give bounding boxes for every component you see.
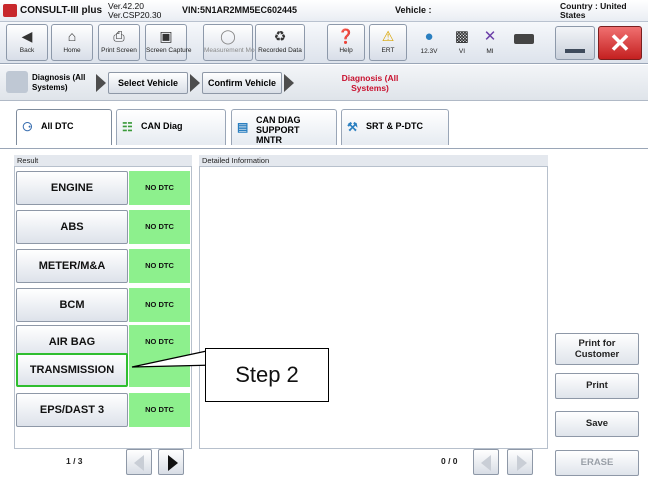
tab-all-dtc[interactable]: ⚆ All DTC [16, 109, 112, 145]
dtc-status: NO DTC [129, 393, 190, 427]
home-icon: ⌂ [67, 28, 77, 44]
screen-capture-button[interactable]: ▣ Screen Capture [145, 24, 192, 61]
breadcrumb-arrow-icon [96, 74, 106, 92]
vi-status: ▩ VI [450, 26, 474, 55]
warning-icon: ⚠ [381, 28, 395, 44]
confirm-vehicle-button[interactable]: Confirm Vehicle [202, 72, 282, 94]
breadcrumb: Diagnosis (All Systems) Select Vehicle C… [0, 65, 648, 101]
title-bar: CONSULT-III plus Ver.42.20 Ver.CSP20.30 … [0, 0, 648, 22]
print-for-customer-button[interactable]: Print for Customer [555, 333, 639, 365]
back-button[interactable]: ◀ Back [6, 24, 48, 61]
breadcrumb-current: Diagnosis (All Systems) [341, 73, 399, 93]
system-bcm-button[interactable]: BCM [16, 288, 128, 322]
dtc-status: NO DTC [129, 210, 190, 244]
recorded-data-button[interactable]: ♻ Recorded Data [255, 24, 305, 61]
close-button[interactable]: ✕ [598, 26, 642, 60]
mi-disconnected-icon: ✕ [483, 28, 497, 45]
save-button[interactable]: Save [555, 411, 639, 437]
tab-can-diag[interactable]: ☷ CAN Diag [116, 109, 226, 145]
can-support-icon: ▤ [237, 120, 249, 134]
car-icon: ● [424, 28, 434, 45]
left-arrow-icon [134, 455, 144, 471]
list-item: EPS/DAST 3 NO DTC [16, 393, 190, 427]
select-vehicle-button[interactable]: Select Vehicle [108, 72, 188, 94]
detail-count: 0 / 0 [441, 456, 458, 466]
list-item: ENGINE NO DTC [16, 171, 190, 205]
detail-panel [199, 167, 548, 449]
breadcrumb-diagnosis-all[interactable]: Diagnosis (All Systems) [32, 73, 92, 93]
system-eps-dast-button[interactable]: EPS/DAST 3 [16, 393, 128, 427]
breadcrumb-arrow-icon [190, 74, 200, 92]
list-item: ABS NO DTC [16, 210, 190, 244]
dtc-status: NO DTC [129, 288, 190, 322]
minimize-button[interactable] [555, 26, 595, 60]
system-abs-button[interactable]: ABS [16, 210, 128, 244]
consult-logo-icon [3, 4, 17, 17]
tab-bar: ⚆ All DTC ☷ CAN Diag ▤ CAN DIAG SUPPORT … [0, 101, 648, 149]
back-arrow-icon: ◀ [21, 28, 33, 44]
help-icon: ❓ [337, 28, 355, 44]
measurement-mode-button[interactable]: ◯ Measurement Mode [203, 24, 262, 61]
next-page-button[interactable] [158, 449, 184, 475]
print-screen-button[interactable]: ⎙ Print Screen [98, 24, 140, 61]
prev-page-button[interactable] [126, 449, 152, 475]
vehicle-label: Vehicle : [395, 5, 432, 15]
list-item: METER/M&A NO DTC [16, 249, 190, 283]
detail-prev-button[interactable] [473, 449, 499, 475]
system-engine-button[interactable]: ENGINE [16, 171, 128, 205]
list-item: BCM NO DTC [16, 288, 190, 322]
detail-header: Detailed Information [199, 155, 548, 167]
battery-voltage-status: ● 12.3V [412, 26, 446, 55]
can-diag-icon: ☷ [122, 120, 133, 134]
camera-icon: ▣ [159, 28, 173, 44]
main-panel: Result Detailed Information ENGINE NO DT… [0, 148, 648, 478]
tab-srt-p-dtc[interactable]: ⚒ SRT & P-DTC [341, 109, 449, 145]
right-arrow-icon [517, 455, 527, 471]
all-dtc-icon: ⚆ [22, 120, 33, 134]
diagnosis-icon [6, 71, 28, 93]
close-icon: ✕ [609, 28, 631, 58]
dtc-status: NO DTC [129, 171, 190, 205]
country-line-2: States [560, 10, 586, 20]
home-button[interactable]: ⌂ Home [51, 24, 93, 61]
step-callout: Step 2 [205, 348, 329, 402]
system-meter-button[interactable]: METER/M&A [16, 249, 128, 283]
srt-icon: ⚒ [347, 120, 358, 134]
minimize-icon [565, 49, 585, 53]
erase-button[interactable]: ERASE [555, 450, 639, 476]
vin-label: VIN:5N1AR2MM5EC602445 [182, 5, 298, 15]
detail-next-button[interactable] [507, 449, 533, 475]
print-button[interactable]: Print [555, 373, 639, 399]
toolbar: ◀ Back ⌂ Home ⎙ Print Screen ▣ Screen Ca… [0, 22, 648, 64]
system-transmission-button[interactable]: TRANSMISSION [16, 353, 128, 387]
page-indicator: 1 / 3 [66, 456, 83, 466]
app-title: CONSULT-III plus [20, 5, 103, 16]
signal-bars-icon: ▩ [454, 28, 470, 45]
breadcrumb-arrow-icon [284, 74, 294, 92]
mi-status: ✕ MI [478, 26, 502, 55]
connector-icon [514, 34, 534, 44]
dtc-status: NO DTC [129, 249, 190, 283]
ert-button[interactable]: ⚠ ERT [369, 24, 407, 61]
printer-icon: ⎙ [113, 28, 125, 44]
recorded-data-icon: ♻ [273, 28, 287, 44]
left-arrow-icon [481, 455, 491, 471]
version-line-2: Ver.CSP20.30 [108, 10, 162, 20]
result-header: Result [14, 155, 192, 167]
gauge-icon: ◯ [220, 28, 236, 44]
help-button[interactable]: ❓ Help [327, 24, 365, 61]
tab-can-diag-support-mntr[interactable]: ▤ CAN DIAG SUPPORT MNTR [231, 109, 337, 145]
right-arrow-icon [168, 455, 178, 471]
